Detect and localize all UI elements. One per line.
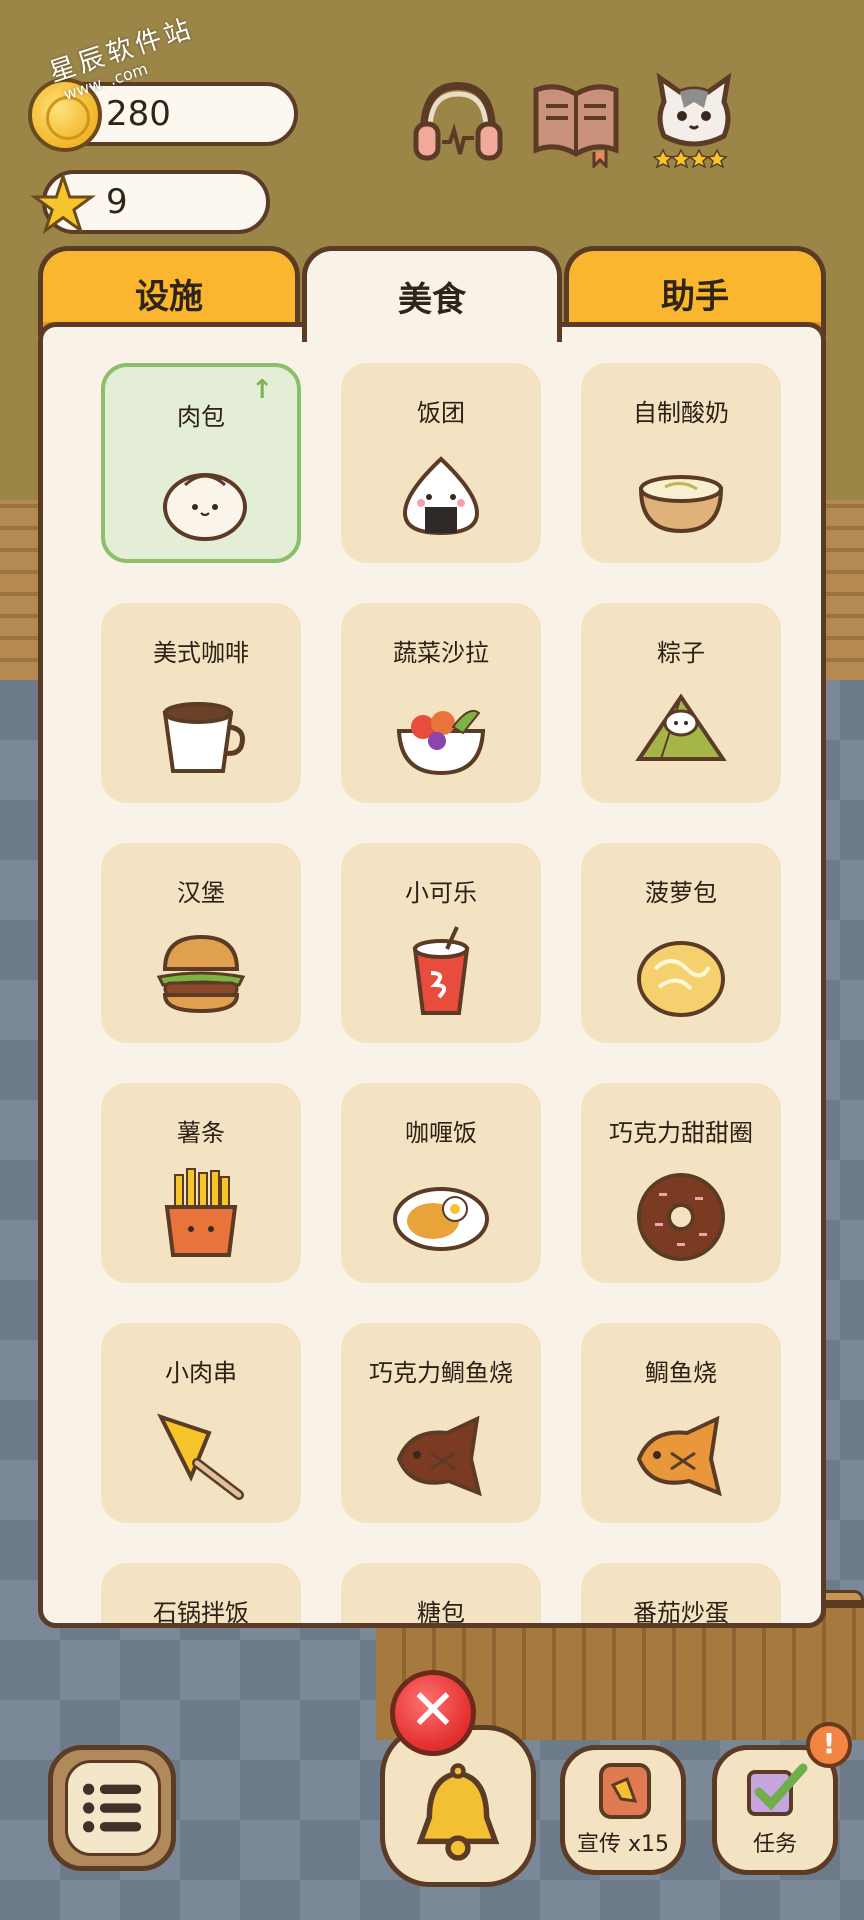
skewer-icon xyxy=(151,1403,251,1503)
food-card[interactable]: 薯条 xyxy=(101,1083,301,1283)
book-icon[interactable] xyxy=(528,72,624,168)
chocolate-donut-icon xyxy=(631,1163,731,1263)
food-name: 菠萝包 xyxy=(645,879,717,907)
food-card[interactable]: 自制酸奶 xyxy=(581,363,781,563)
food-panel: 肉包 ↑ 饭团 自制酸奶美式咖啡 蔬菜沙拉 粽子汉堡 小可乐 菠萝包薯条 咖喱饭 巧克力甜甜圈小肉… xyxy=(38,322,826,1628)
food-card[interactable]: 粽子 xyxy=(581,603,781,803)
cat-icon[interactable] xyxy=(646,72,742,168)
food-card[interactable]: 小可乐 xyxy=(341,843,541,1043)
alert-badge: ! xyxy=(806,1722,852,1768)
food-name: 糖包 xyxy=(417,1599,465,1627)
tab-food-label: 美食 xyxy=(398,280,466,320)
food-card[interactable]: 肉包 ↑ xyxy=(101,363,301,563)
curry-rice-icon xyxy=(391,1163,491,1263)
task-label: 任务 xyxy=(752,1832,797,1857)
food-card[interactable]: 汉堡 xyxy=(101,843,301,1043)
yogurt-icon xyxy=(631,443,731,543)
food-card[interactable]: 石锅拌饭 xyxy=(101,1563,301,1627)
food-name: 鲷鱼烧 xyxy=(645,1359,717,1387)
close-button[interactable]: ✕ xyxy=(390,1670,476,1756)
food-name: 汉堡 xyxy=(177,879,225,907)
food-card[interactable]: 巧克力甜甜圈 xyxy=(581,1083,781,1283)
food-name: 石锅拌饭 xyxy=(153,1599,249,1627)
food-name: 薯条 xyxy=(177,1119,225,1147)
food-name: 小可乐 xyxy=(405,879,477,907)
burger-icon xyxy=(151,923,251,1023)
megaphone-icon xyxy=(599,1763,651,1819)
bell-icon xyxy=(416,1763,500,1861)
cola-cup-icon xyxy=(391,923,491,1023)
menu-button[interactable] xyxy=(48,1745,176,1871)
food-card[interactable]: 糖包 xyxy=(341,1563,541,1627)
food-card[interactable]: 咖喱饭 xyxy=(341,1083,541,1283)
food-card[interactable]: 美式咖啡 xyxy=(101,603,301,803)
star-value: 9 xyxy=(106,182,128,222)
food-name: 饭团 xyxy=(417,399,465,427)
food-name: 自制酸奶 xyxy=(633,399,729,427)
bell-button[interactable] xyxy=(380,1725,536,1887)
food-name: 小肉串 xyxy=(165,1359,237,1387)
zongzi-icon xyxy=(631,683,731,783)
food-card[interactable]: 巧克力鲷鱼烧 xyxy=(341,1323,541,1523)
salad-bowl-icon xyxy=(391,683,491,783)
upgrade-arrow-icon: ↑ xyxy=(251,375,273,405)
tab-food[interactable]: 美食 xyxy=(302,246,562,342)
steamed-bun-icon xyxy=(155,447,255,547)
coin-value: 280 xyxy=(106,94,171,134)
tab-assistant-label: 助手 xyxy=(661,277,729,317)
onigiri-icon xyxy=(391,443,491,543)
food-name: 粽子 xyxy=(657,639,705,667)
headphone-icon[interactable] xyxy=(410,72,506,168)
food-card[interactable]: 小肉串 xyxy=(101,1323,301,1523)
checkbox-icon xyxy=(747,1763,808,1816)
food-card[interactable]: 番茄炒蛋 xyxy=(581,1563,781,1627)
food-card[interactable]: 菠萝包 xyxy=(581,843,781,1043)
star-icon: ★ xyxy=(28,162,97,248)
food-name: 咖喱饭 xyxy=(405,1119,477,1147)
coffee-cup-icon xyxy=(151,683,251,783)
chocolate-taiyaki-icon xyxy=(391,1403,491,1503)
pineapple-bun-icon xyxy=(631,923,731,1023)
taiyaki-icon xyxy=(631,1403,731,1503)
list-icon xyxy=(65,1760,161,1856)
food-name: 番茄炒蛋 xyxy=(633,1599,729,1627)
food-card[interactable]: 鲷鱼烧 xyxy=(581,1323,781,1523)
promotion-label: 宣传 x15 xyxy=(576,1832,669,1857)
food-card[interactable]: 饭团 xyxy=(341,363,541,563)
food-name: 美式咖啡 xyxy=(153,639,249,667)
fries-icon xyxy=(151,1163,251,1263)
food-name: 蔬菜沙拉 xyxy=(393,639,489,667)
food-name: 巧克力甜甜圈 xyxy=(609,1119,753,1147)
food-card[interactable]: 蔬菜沙拉 xyxy=(341,603,541,803)
tab-facilities-label: 设施 xyxy=(135,277,203,317)
promotion-button[interactable]: 宣传 x15 xyxy=(560,1745,686,1875)
food-name: 巧克力鲷鱼烧 xyxy=(369,1359,513,1387)
